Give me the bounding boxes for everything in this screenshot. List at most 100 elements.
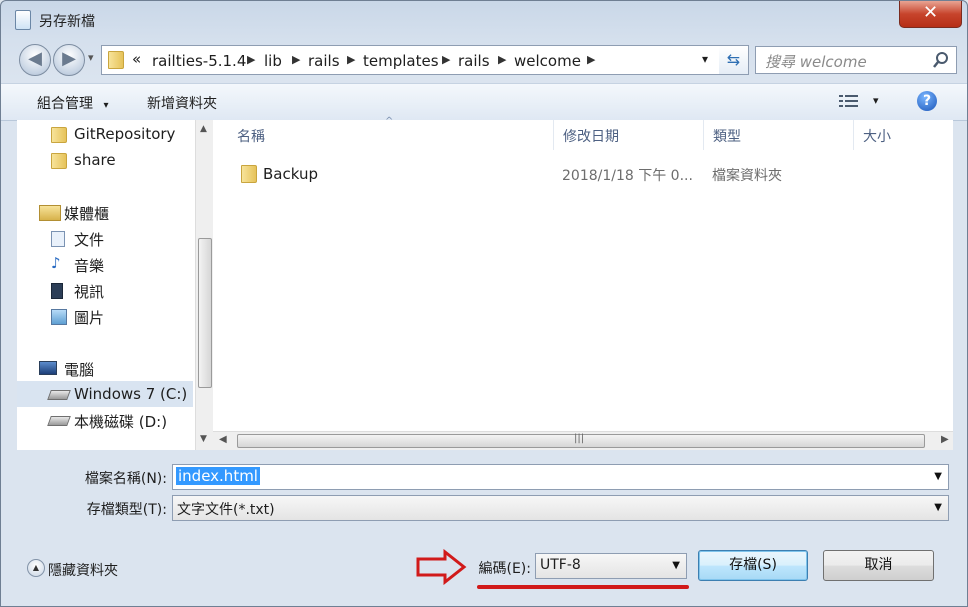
sidebar-item-drive-c[interactable]: Windows 7 (C:) [17, 381, 193, 407]
breadcrumb-overflow[interactable]: « [132, 50, 141, 68]
filetype-value: 文字文件(*.txt) [177, 502, 275, 518]
sidebar-item-drive-d[interactable]: 本機磁碟 (D:) [17, 407, 193, 433]
forward-button[interactable]: ▶ [53, 44, 85, 76]
breadcrumb-item[interactable]: templates [363, 52, 439, 70]
breadcrumb-item[interactable]: railties-5.1.4 [152, 52, 246, 70]
sidebar-item-label: 圖片 [74, 309, 105, 327]
help-icon: ? [922, 93, 932, 109]
help-button[interactable]: ? [917, 91, 937, 111]
views-dropdown-icon[interactable]: ▾ [873, 94, 879, 107]
chevron-down-icon[interactable]: ▼ [934, 471, 942, 482]
hide-folders-toggle[interactable]: ▲ [27, 559, 45, 577]
forward-arrow-icon: ▶ [62, 48, 76, 69]
sidebar-item-label: 電腦 [64, 361, 95, 379]
scroll-thumb[interactable]: ||| [237, 433, 925, 448]
folder-icon [241, 165, 257, 183]
folder-icon [51, 127, 67, 143]
table-row[interactable]: Backup 2018/1/18 下午 0... 檔案資料夾 [233, 160, 943, 186]
column-divider[interactable] [853, 120, 854, 150]
file-modified: 2018/1/18 下午 0... [562, 168, 693, 184]
sidebar-item-video[interactable]: 視訊 [17, 277, 193, 303]
column-header-modified[interactable]: 修改日期 [563, 126, 619, 146]
sidebar-item-label: 音樂 [74, 257, 105, 275]
organize-label: 組合管理 [37, 96, 93, 112]
encoding-label: 編碼(E): [478, 561, 532, 577]
organize-button[interactable]: 組合管理 ▾ [37, 93, 108, 113]
breadcrumb-item[interactable]: rails [308, 52, 340, 70]
drive-icon [47, 416, 71, 426]
breadcrumb-separator-icon[interactable]: ▶ [347, 53, 355, 66]
pictures-icon [51, 309, 67, 325]
folder-icon [51, 153, 67, 169]
hide-folders-label[interactable]: 隱藏資料夾 [48, 560, 118, 580]
sidebar-item-label: share [74, 151, 116, 169]
refresh-icon: ⇆ [726, 50, 741, 69]
sidebar-item-pictures[interactable]: 圖片 [17, 303, 193, 329]
sidebar-item-libraries[interactable]: 媒體櫃 [17, 199, 193, 225]
sidebar-item-label: 文件 [74, 231, 105, 249]
file-name: Backup [263, 165, 318, 183]
sidebar-item-label: 媒體櫃 [64, 205, 110, 223]
sidebar-item-gitrepository[interactable]: GitRepository [17, 121, 193, 147]
column-divider[interactable] [553, 120, 554, 150]
address-dropdown-icon[interactable]: ▾ [702, 52, 708, 66]
sidebar-item-documents[interactable]: 文件 [17, 225, 193, 251]
documents-icon [51, 231, 65, 247]
sidebar-item-label: 本機磁碟 (D:) [74, 413, 168, 431]
save-button[interactable]: 存檔(S) [698, 550, 808, 581]
breadcrumb-separator-icon[interactable]: ▶ [292, 53, 300, 66]
search-placeholder: 搜尋 welcome [765, 53, 867, 71]
scroll-up-icon[interactable]: ▲ [200, 124, 207, 134]
filename-input[interactable]: index.html ▼ [172, 464, 949, 490]
breadcrumb-separator-icon[interactable]: ▶ [498, 53, 506, 66]
navigation-scrollbar[interactable]: ▲ ▼ [195, 120, 213, 450]
cancel-button[interactable]: 取消 [823, 550, 934, 581]
close-icon: ✕ [922, 2, 939, 23]
sort-ascending-icon: ^ [385, 116, 394, 127]
address-bar[interactable]: « railties-5.1.4 ▶ lib ▶ rails ▶ templat… [101, 45, 721, 75]
sidebar-item-music[interactable]: ♪ 音樂 [17, 251, 193, 277]
new-folder-button[interactable]: 新增資料夾 [147, 93, 217, 113]
computer-icon [39, 361, 57, 375]
annotation-underline [477, 585, 689, 589]
back-arrow-icon: ◀ [28, 48, 42, 69]
column-header-type[interactable]: 類型 [713, 126, 741, 146]
chevron-down-icon[interactable]: ▼ [934, 502, 942, 513]
app-icon [15, 10, 31, 30]
file-type: 檔案資料夾 [712, 168, 782, 184]
drive-icon [47, 390, 71, 400]
back-button[interactable]: ◀ [19, 44, 51, 76]
search-input[interactable]: 搜尋 welcome [755, 46, 957, 74]
recent-locations-dropdown[interactable]: ▾ [88, 51, 94, 64]
video-icon [51, 283, 63, 299]
chevron-down-icon[interactable]: ▼ [672, 560, 680, 571]
scroll-right-icon[interactable]: ▶ [941, 434, 949, 445]
filetype-select[interactable]: 文字文件(*.txt) ▼ [172, 495, 949, 521]
file-list: ^ 名稱 修改日期 類型 大小 Backup 2018/1/18 下午 0...… [213, 116, 953, 450]
encoding-select[interactable]: UTF-8 ▼ [535, 553, 687, 579]
scroll-thumb[interactable] [198, 238, 212, 388]
breadcrumb-separator-icon[interactable]: ▶ [442, 53, 450, 66]
views-button[interactable]: ▾ [839, 94, 879, 112]
refresh-button[interactable]: ⇆ [719, 45, 749, 75]
window-title: 另存新檔 [39, 14, 95, 30]
encoding-value: UTF-8 [540, 557, 581, 573]
column-header-name[interactable]: 名稱 [237, 126, 265, 146]
breadcrumb-item[interactable]: welcome [514, 52, 581, 70]
scroll-down-icon[interactable]: ▼ [200, 434, 207, 444]
title-bar: 另存新檔 ✕ [1, 1, 967, 35]
scroll-left-icon[interactable]: ◀ [219, 434, 227, 445]
close-button[interactable]: ✕ [899, 1, 962, 28]
column-header-size[interactable]: 大小 [863, 126, 891, 146]
column-divider[interactable] [703, 120, 704, 150]
breadcrumb-item[interactable]: rails [458, 52, 490, 70]
file-list-scrollbar[interactable]: ◀ ||| ▶ [213, 431, 953, 450]
sidebar-item-computer[interactable]: 電腦 [17, 355, 193, 381]
breadcrumb-separator-icon[interactable]: ▶ [587, 53, 595, 66]
breadcrumb-separator-icon[interactable]: ▶ [247, 53, 255, 66]
filename-value: index.html [176, 467, 260, 485]
folder-icon [108, 51, 124, 69]
search-icon[interactable] [933, 52, 949, 68]
breadcrumb-item[interactable]: lib [264, 52, 282, 70]
sidebar-item-share[interactable]: share [17, 147, 193, 173]
